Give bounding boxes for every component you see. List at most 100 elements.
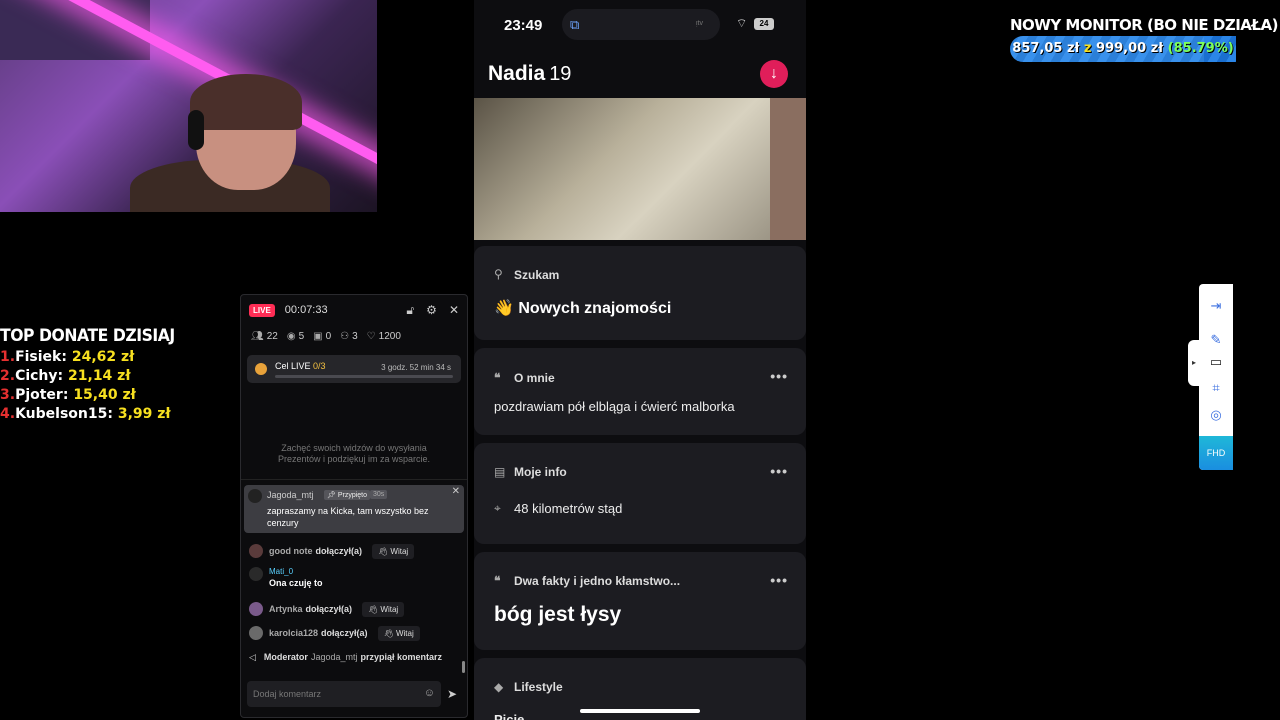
battery-icon: 24 xyxy=(754,18,774,30)
webcam-feed xyxy=(0,0,377,212)
card-two-truths: ❝ Dwa fakty i jedno kłamstwo... ••• bóg … xyxy=(474,552,806,650)
home-indicator[interactable] xyxy=(580,709,700,713)
close-icon[interactable]: ✕ xyxy=(449,303,459,318)
quote-icon: ❝ xyxy=(494,371,501,385)
donation-goal-overlay: NOWY MONITOR (BO NIE DZIAŁA) 857,05 zł z… xyxy=(1010,16,1278,62)
live-goal-card[interactable]: Cel LIVE 0/3 3 godz. 52 min 34 s xyxy=(247,355,461,383)
heart-icon: ♡ xyxy=(366,330,376,342)
live-header: LIVE 00:07:33 🔓︎ ⚙︎ ✕ xyxy=(241,295,467,325)
profile-name: Nadia 19 xyxy=(488,62,572,85)
stat-followers: ⚇ 3 xyxy=(340,330,358,342)
goal-progress-bar: 857,05 zł z 999,00 zł (85.79%) xyxy=(1010,36,1236,62)
send-icon[interactable]: ➤ xyxy=(447,687,457,701)
list-item: Artynka dołączył(a) 👋︎ Witaj xyxy=(249,597,459,621)
stat-likes: ♡ 1200 xyxy=(366,330,401,342)
pinned-age: 30s xyxy=(370,490,388,499)
photo-edge xyxy=(770,98,806,240)
top-donate-row: 1.Fisiek: 24,62 zł xyxy=(0,349,135,365)
top-donate-overlay: TOP DONATE DZISIAJ 1.Fisiek: 24,62 zł 2.… xyxy=(0,326,230,422)
crop-icon[interactable]: ⌗ xyxy=(1208,380,1224,396)
goal-icon xyxy=(255,363,267,375)
more-icon[interactable]: ••• xyxy=(770,368,788,384)
stat-viewers: 👥︎ 22 xyxy=(251,330,278,342)
more-icon[interactable]: ••• xyxy=(770,463,788,479)
fhd-button[interactable]: FHD xyxy=(1199,436,1233,470)
top-donate-row: 3.Pjoter: 15,40 zł xyxy=(0,387,136,403)
avatar xyxy=(249,544,263,558)
card-about-me: ❝ O mnie ••• pozdrawiam pół elbląga i ćw… xyxy=(474,348,806,435)
quote-icon: ❝ xyxy=(494,574,501,588)
live-timer: 00:07:33 xyxy=(284,304,328,316)
more-icon[interactable]: ••• xyxy=(770,572,788,588)
search-icon: ⚲ xyxy=(494,267,503,281)
status-bar: 23:49 ⧉ ᴉtv ⌔ 24 xyxy=(474,0,806,50)
stat-views: ◉ 5 xyxy=(286,330,305,342)
welcome-button[interactable]: 👋︎ Witaj xyxy=(372,543,415,559)
emoji-icon[interactable]: ☺ xyxy=(424,687,435,699)
gift-icon: ▣ xyxy=(313,330,323,342)
close-icon[interactable]: ✕ xyxy=(452,486,460,497)
tag-icon: ◆ xyxy=(494,680,504,694)
list-item: Mati_0 Ona czuję to xyxy=(249,563,459,597)
location-pin-icon: ⌖ xyxy=(494,501,501,515)
welcome-button[interactable]: 👋︎ Witaj xyxy=(362,601,405,617)
pinned-comment[interactable]: Jagoda_mtj 📌︎ Przypięto 30s ✕ zapraszamy… xyxy=(244,485,464,533)
screen-mirror-icon: ⧉ xyxy=(570,17,580,32)
exit-icon[interactable]: ⇥ xyxy=(1208,298,1224,314)
record-icon[interactable]: ◎ xyxy=(1208,407,1224,423)
megaphone-icon: ◁ xyxy=(249,651,256,662)
pinned-message: zapraszamy na Kicka, tam wszystko bez ce… xyxy=(267,506,429,528)
status-time: 23:49 xyxy=(504,17,543,34)
add-user-icon: ⚇ xyxy=(340,330,350,342)
card-looking-for: ⚲ Szukam 👋 Nowych znajomości xyxy=(474,246,806,340)
pinned-tag: 📌︎ Przypięto xyxy=(324,490,371,500)
wifi-icon: ⌔ xyxy=(736,16,748,30)
goal-progress-text: 857,05 zł z 999,00 zł (85.79%) xyxy=(1012,41,1234,56)
pinned-user: Jagoda_mtj xyxy=(267,490,314,500)
eye-icon: ◉ xyxy=(286,330,296,342)
comment-input[interactable]: Dodaj komentarz ☺ xyxy=(247,681,441,707)
pen-icon[interactable]: ✎ xyxy=(1208,332,1224,348)
top-donate-row: 4.Kubelson15: 3,99 zł xyxy=(0,406,171,422)
moderator-notice: ◁ Moderator Jagoda_mtj przypiął komentar… xyxy=(249,651,442,663)
lifestyle-value: Picie xyxy=(494,712,525,720)
chat-scrollbar[interactable] xyxy=(462,661,465,673)
live-studio-panel: LIVE 00:07:33 🔓︎ ⚙︎ ✕ 👥︎ 22 ◉ 5 ▣ 0 ⚇ 3 ♡ 120… xyxy=(240,294,468,718)
tv-label: ᴉtv xyxy=(696,20,703,27)
avatar xyxy=(249,567,263,581)
id-card-icon: ▤ xyxy=(494,465,506,479)
avatar xyxy=(249,602,263,616)
info-value: 48 kilometrów stąd xyxy=(514,501,623,516)
webcam-person-hair xyxy=(190,74,302,130)
profile-photo[interactable] xyxy=(474,98,806,240)
list-item: good note dołączył(a) 👋︎ Witaj xyxy=(249,539,459,563)
goal-title: NOWY MONITOR (BO NIE DZIAŁA) xyxy=(1010,16,1278,34)
encourage-text: Zachęć swoich widzów do wysyłania Prezen… xyxy=(277,443,431,464)
profile-header: Nadia 19 ↓ xyxy=(474,50,806,98)
phone-screen: 23:49 ⧉ ᴉtv ⌔ 24 Nadia 19 ↓ ⚲ Szukam 👋 No… xyxy=(474,0,806,720)
goal-card-bar xyxy=(275,375,453,378)
gear-icon[interactable]: ⚙︎ xyxy=(426,303,437,318)
stat-gifts: ▣ 0 xyxy=(313,330,332,342)
top-donate-title: TOP DONATE DZISIAJ xyxy=(0,326,175,346)
users-icon: 👥︎ xyxy=(251,330,264,342)
looking-value: 👋 Nowych znajomości xyxy=(494,300,672,317)
goal-label: Cel LIVE 0/3 xyxy=(275,361,326,371)
live-stats: 👥︎ 22 ◉ 5 ▣ 0 ⚇ 3 ♡ 1200 xyxy=(241,325,467,347)
recording-toolbar: ⇥ ✎ ▭ ⌗ ◎ FHD xyxy=(1199,284,1233,470)
screen-icon[interactable]: ▭ xyxy=(1208,354,1224,370)
list-item: karolcia128 dołączył(a) 👋︎ Witaj xyxy=(249,621,459,645)
card-my-info: ▤ Moje info ••• ⌖ 48 kilometrów stąd xyxy=(474,443,806,544)
avatar xyxy=(248,489,262,503)
lock-icon[interactable]: 🔓︎ xyxy=(406,303,414,318)
live-badge: LIVE xyxy=(249,303,275,317)
goal-time-left: 3 godz. 52 min 34 s xyxy=(381,363,451,372)
chat-list: good note dołączył(a) 👋︎ Witaj Mati_0 On… xyxy=(249,539,459,669)
facts-value: bóg jest łysy xyxy=(494,603,622,626)
welcome-button[interactable]: 👋︎ Witaj xyxy=(377,625,420,641)
top-donate-row: 2.Cichy: 21,14 zł xyxy=(0,368,131,384)
webcam-headphones xyxy=(188,110,204,150)
avatar xyxy=(249,626,263,640)
arrow-down-icon[interactable]: ↓ xyxy=(760,60,788,88)
divider xyxy=(241,479,467,480)
